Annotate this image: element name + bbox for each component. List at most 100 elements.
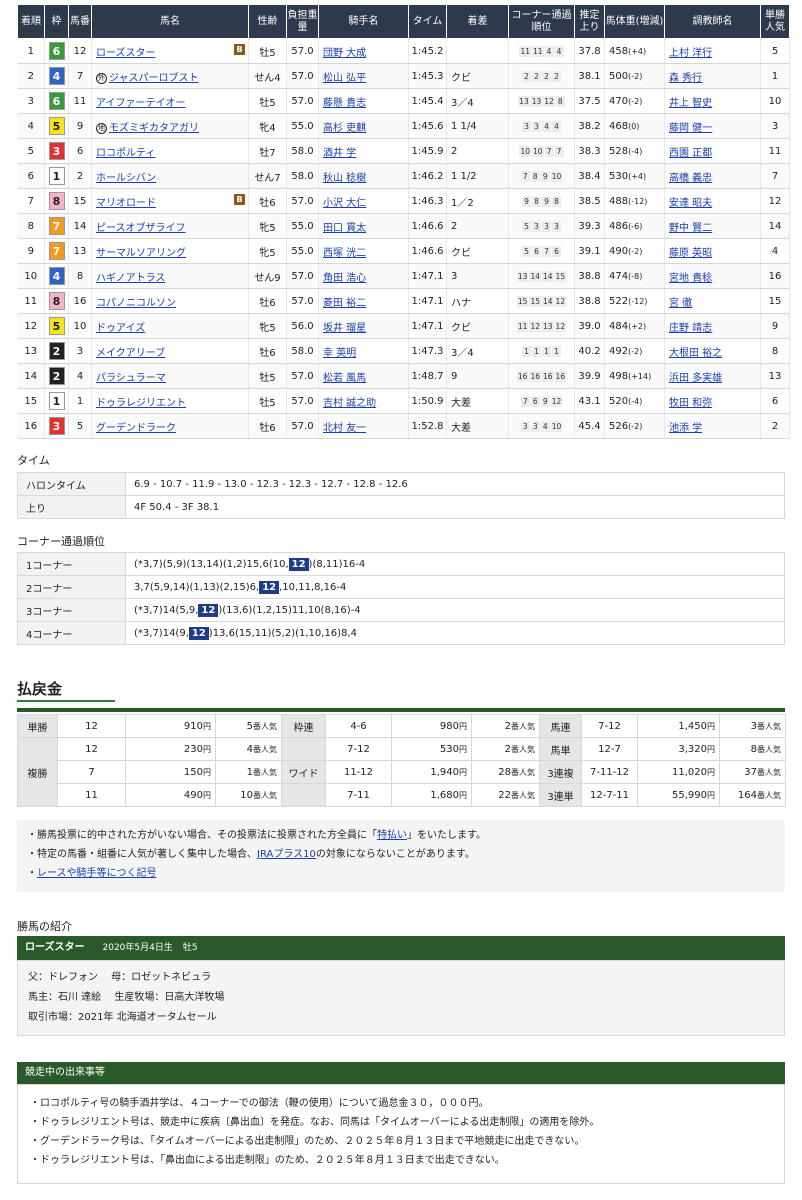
trainer-link[interactable]: 庄野 靖志 <box>669 323 712 334</box>
popularity: 10 <box>760 88 790 114</box>
popularity: 12 <box>760 188 790 214</box>
body-weight-diff: (-4) <box>628 146 643 156</box>
horse-link[interactable]: コパノニコルソン <box>96 298 176 309</box>
trainer-link[interactable]: 上村 洋行 <box>669 48 712 59</box>
jockey-link[interactable]: 吉村 誠之助 <box>323 398 376 409</box>
trainer-link[interactable]: 西園 正都 <box>669 148 712 159</box>
corner-pos: 3 <box>522 120 531 132</box>
waku-badge: 3 <box>48 142 65 160</box>
jockey-link[interactable]: 北村 友一 <box>323 423 366 434</box>
corner-pos: 7 <box>554 145 564 157</box>
horse-link[interactable]: ドゥラレジリエント <box>96 398 186 409</box>
jockey-link[interactable]: 西塚 洸二 <box>323 248 366 259</box>
jockey-link[interactable]: 菱田 裕二 <box>323 298 366 309</box>
winner-header: ローズスター 2020年5月4日生 牡5 <box>17 936 785 960</box>
fukusho-pay-2: 150円 <box>125 760 216 784</box>
col-last3f: 推定上り <box>574 4 605 39</box>
horse-num: 12 <box>68 38 92 64</box>
symbols-link[interactable]: レースや騎手等につく記号 <box>37 868 157 879</box>
corner-pos: 10 <box>519 145 531 157</box>
jockey-link[interactable]: 秋山 稔樹 <box>323 173 366 184</box>
horse-link[interactable]: ハギノアトラス <box>96 273 165 284</box>
horse-link[interactable]: グーデンドラーク <box>96 423 176 434</box>
incident-item: グーデンドラーク号は、「タイムオーバーによる出走制限」のため、２０２５年８月１３… <box>30 1132 772 1151</box>
horse-link[interactable]: サーマルソアリング <box>96 248 186 259</box>
horse-link[interactable]: パラシュラーマ <box>96 373 166 384</box>
horse-cell: パラシュラーマ <box>91 363 249 389</box>
trainer-link[interactable]: 野中 賢二 <box>669 223 712 234</box>
horse-link[interactable]: ドゥアイズ <box>96 323 145 334</box>
horse-cell: ピースオブザライフ <box>91 213 249 239</box>
trainer-link[interactable]: 森 秀行 <box>669 73 702 84</box>
corner-table: 1コーナー (*3,7)(5,9)(13,14)(1,2)15,6(10, 12)(… <box>17 552 785 645</box>
trainer-link[interactable]: 池添 学 <box>669 423 702 434</box>
jockey-cell: 西塚 洸二 <box>318 238 409 264</box>
trainer-link[interactable]: 井上 智史 <box>669 98 712 109</box>
body-weight: 498(+14) <box>604 363 665 389</box>
corner-pos: 15 <box>554 270 567 282</box>
jockey-link[interactable]: 松若 風馬 <box>323 373 366 384</box>
jockey-link[interactable]: 角田 浩心 <box>323 273 366 284</box>
carried-weight: 58.0 <box>286 163 319 189</box>
corner-positions: 9898 <box>508 188 575 214</box>
sex-age: 牡6 <box>248 338 287 364</box>
trainer-link[interactable]: 牧田 和弥 <box>669 398 712 409</box>
horse-link[interactable]: メイクアリーブ <box>96 348 165 359</box>
jraplus10-link[interactable]: JRAプラス10 <box>257 849 316 860</box>
jockey-link[interactable]: 松山 弘平 <box>323 73 366 84</box>
trainer-link[interactable]: 高橋 義忠 <box>669 173 712 184</box>
horse-link[interactable]: マリオロード <box>96 198 156 209</box>
horse-link[interactable]: ピースオブザライフ <box>96 223 186 234</box>
trainer-link[interactable]: 大根田 裕之 <box>669 348 722 359</box>
finish-pos: 11 <box>17 288 45 314</box>
horse-link[interactable]: アイファーテイオー <box>96 98 186 109</box>
intro-heading: 勝馬の紹介 <box>17 920 72 933</box>
winner-highlight: 12 <box>198 603 219 617</box>
wakuren-pay: 980円 <box>391 714 472 738</box>
corner-positions: 10 10 7 7 <box>508 138 575 164</box>
result-row: 9 7 13 サーマルソアリング 牝5 55.0 西塚 洸二 1:46.6 クビ 5 6 7 6 39.1… <box>17 238 790 264</box>
waku-cell: 4 <box>44 63 69 89</box>
horse-link[interactable]: ジャスパーロブスト <box>109 73 199 84</box>
carried-weight: 57.0 <box>286 413 319 439</box>
carried-weight: 57.0 <box>286 63 319 89</box>
horse-link[interactable]: ロコポルティ <box>96 148 155 159</box>
race-time: 1:47.1 <box>408 313 447 339</box>
finish-pos: 12 <box>17 313 45 339</box>
trainer-link[interactable]: 藤岡 健一 <box>669 123 712 134</box>
trainer-link[interactable]: 宮地 貴稔 <box>669 273 712 284</box>
winner-owner-breeder: 馬主：石川 達絵 生産牧場：日高大洋牧場 <box>28 992 225 1003</box>
margin: 3 <box>446 263 509 289</box>
horse-cell: メイクアリーブ <box>91 338 249 364</box>
wakuren-blank <box>281 737 326 761</box>
corner-pos: 12 <box>554 295 567 307</box>
waku-badge: 5 <box>48 317 65 335</box>
jockey-link[interactable]: 団野 大成 <box>323 48 366 59</box>
finish-pos: 3 <box>17 88 45 114</box>
jockey-cell: 高杉 吏麒 <box>318 113 409 139</box>
trainer-link[interactable]: 安達 昭夫 <box>669 198 712 209</box>
horse-link[interactable]: ローズスター <box>96 48 156 59</box>
jockey-link[interactable]: 田口 貫太 <box>323 223 366 234</box>
trainer-link[interactable]: 宮 徹 <box>669 298 692 309</box>
corner-row: 2コーナー 3,7(5,9,14)(1,13)(2,15)6, 12,10,11,8… <box>17 575 785 599</box>
horse-link[interactable]: ホールシバン <box>96 173 156 184</box>
carried-weight: 57.0 <box>286 38 319 64</box>
winner-sexage: 牡5 <box>182 943 198 953</box>
trainer-link[interactable]: 藤原 英昭 <box>669 248 712 259</box>
tokubarai-link[interactable]: 特払い <box>377 830 407 841</box>
jockey-link[interactable]: 藤懸 貴志 <box>323 98 366 109</box>
finish-pos: 2 <box>17 63 45 89</box>
jockey-link[interactable]: 高杉 吏麒 <box>323 123 366 134</box>
jockey-cell: 松若 風馬 <box>318 363 409 389</box>
jockey-link[interactable]: 小沢 大仁 <box>323 198 366 209</box>
jockey-link[interactable]: 幸 英明 <box>323 348 356 359</box>
horse-link[interactable]: モズミギカタアガリ <box>109 123 199 134</box>
popularity: 5 <box>760 38 790 64</box>
jockey-link[interactable]: 坂井 瑠星 <box>323 323 366 334</box>
jockey-link[interactable]: 酒井 学 <box>323 148 356 159</box>
trainer-cell: 西園 正都 <box>664 138 761 164</box>
horse-cell: コパノニコルソン <box>91 288 249 314</box>
payout-row-3: 7 150円 1番人気 ワイド 11-12 1,940円 28番人気 3連複 7… <box>18 760 786 784</box>
trainer-link[interactable]: 浜田 多実雄 <box>669 373 722 384</box>
